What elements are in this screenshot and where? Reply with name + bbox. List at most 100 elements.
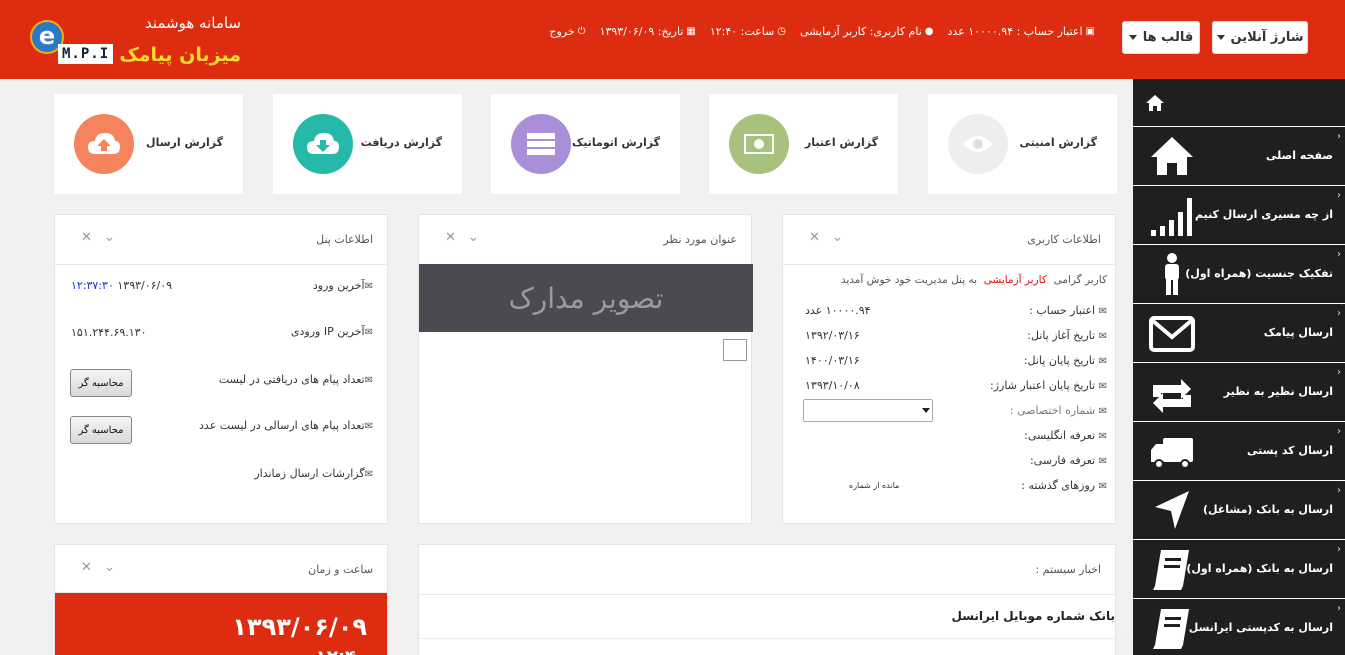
chevron-down-icon[interactable]: ⌄ xyxy=(104,560,115,575)
cloud-download-icon xyxy=(293,114,353,174)
greeting-name: کاربر آزمایشی xyxy=(983,274,1047,286)
chevron-down-icon[interactable]: ⌄ xyxy=(468,230,479,245)
sidebar-item-label: ارسال پیامک xyxy=(1263,326,1333,339)
chevron-down-icon[interactable]: ⌄ xyxy=(832,230,843,245)
eye-icon xyxy=(948,114,1008,174)
greeting-prefix: کاربر گرامی xyxy=(1053,274,1107,286)
sidebar-item-bank-jobs[interactable]: ‹ ارسال به بانک (مشاغل) xyxy=(1133,480,1345,539)
tile-send-report[interactable]: گزارش ارسال xyxy=(54,94,243,194)
sidebar-item-route[interactable]: ‹ از چه مسیری ارسال کنیم xyxy=(1133,185,1345,244)
close-icon[interactable]: ✕ xyxy=(81,560,92,575)
tile-automatic-report[interactable]: گزارش اتوماتیک xyxy=(491,94,680,194)
logo-subtitle: سامانه هوشمند xyxy=(144,14,241,32)
tile-credit-report[interactable]: گزارش اعتبار xyxy=(709,94,898,194)
row-value: ۱۴۰۰/۰۳/۱۶ xyxy=(805,354,860,367)
last-login-date: ۱۳۹۳/۰۶/۰۹ xyxy=(117,279,173,292)
envelope-icon: ✉ xyxy=(1098,381,1107,392)
envelope-icon: ✉ xyxy=(1098,306,1107,317)
row-panel-end: ✉ تاریخ پایان پانل: xyxy=(1024,354,1107,367)
logout-text: خروج xyxy=(549,24,575,38)
close-icon[interactable]: ✕ xyxy=(81,230,92,245)
clock-display: ۱۳۹۳/۰۶/۰۹ ۱۲:۴۰ xyxy=(55,593,387,655)
sidebar-item-postal-irancell[interactable]: ‹ ارسال به کدپستی ایرانسل xyxy=(1133,598,1345,655)
sidebar-item-bank-mci[interactable]: ‹ ارسال به بانک (همراه اول) xyxy=(1133,539,1345,598)
envelope-icon: ✉ xyxy=(1098,406,1107,417)
row-label: تعرفه انگلیسی: xyxy=(1024,429,1096,442)
calendar-icon: ▦ xyxy=(686,25,696,37)
sidebar-item-home[interactable]: ‹ صفحه اصلی xyxy=(1133,126,1345,185)
location-arrow-icon xyxy=(1155,491,1189,529)
panel-controls: ✕ ⌄ xyxy=(809,230,843,245)
envelope-icon: ✉ xyxy=(364,327,373,338)
charge-online-button[interactable]: شارژ آنلاین xyxy=(1212,21,1308,54)
row-label: تاریخ پایان پانل: xyxy=(1023,354,1096,367)
row-label: تعداد پیام های ارسالی در لیست عدد xyxy=(199,419,365,432)
sidebar-item-send-sms[interactable]: ‹ ارسال پیامک xyxy=(1133,303,1345,362)
panel-title: اطلاعات کاربری xyxy=(1027,233,1101,246)
envelope-icon: ✉ xyxy=(364,421,373,432)
logo[interactable]: e M.P.I سامانه هوشمند میزبان پیامک xyxy=(28,14,243,74)
row-label: روزهای گذشته : xyxy=(1021,479,1096,492)
home-icon xyxy=(1151,137,1193,175)
row-days-passed: ✉ روزهای گذشته : xyxy=(1021,479,1107,492)
documents-panel: عنوان مورد نظر ✕ ⌄ تصویر مدارک xyxy=(418,214,753,524)
row-english-tariff: ✉ تعرفه انگلیسی: xyxy=(1024,429,1107,442)
documents-banner: تصویر مدارک xyxy=(419,264,753,332)
dedicated-number-select[interactable] xyxy=(803,399,933,422)
chevron-icon: ‹ xyxy=(1337,485,1341,496)
row-label: گزارشات ارسال زماندار xyxy=(254,467,365,480)
sidebar-item-postal[interactable]: ‹ ارسال کد پستی xyxy=(1133,421,1345,480)
chevron-icon: ‹ xyxy=(1337,367,1341,378)
panel-controls: ✕ ⌄ xyxy=(81,560,115,575)
tile-receive-report[interactable]: گزارش دریافت xyxy=(273,94,462,194)
news-item[interactable]: بانک شماره موبایل ایرانسل xyxy=(419,595,1129,639)
envelope-icon: ✉ xyxy=(1098,431,1107,442)
last-login-value: ۱۳۹۳/۰۶/۰۹ ۱۲:۳۷:۳۰ xyxy=(71,279,172,292)
close-icon[interactable]: ✕ xyxy=(809,230,820,245)
sidebar: ‹ صفحه اصلی ‹ از چه مسیری ارسال کنیم ‹ ت… xyxy=(1133,79,1345,655)
money-icon xyxy=(729,114,789,174)
tile-label: گزارش امنیتی xyxy=(1019,136,1097,149)
tile-label: گزارش ارسال xyxy=(146,136,223,149)
chevron-down-icon[interactable]: ⌄ xyxy=(104,230,115,245)
server-icon xyxy=(511,114,571,174)
clock-time-text: ساعت: ۱۲:۴۰ xyxy=(709,24,775,38)
sidebar-home-link[interactable] xyxy=(1133,79,1345,126)
last-ip-value: ۱۵۱.۲۴۴.۶۹.۱۳۰ xyxy=(71,326,147,339)
templates-button[interactable]: قالب ها xyxy=(1122,21,1200,54)
username: ● نام کاربری: کاربر آزمایشی xyxy=(800,22,933,40)
logout-link[interactable]: ⏻ خروج xyxy=(549,22,585,40)
row-scheduled-reports[interactable]: ✉گزارشات ارسال زماندار xyxy=(254,467,373,480)
envelope-icon: ✉ xyxy=(1098,481,1107,492)
broken-image-icon xyxy=(723,339,747,361)
greeting-suffix: به پنل مدیریت خود خوش آمدید xyxy=(840,274,978,286)
envelope-icon: ✉ xyxy=(1098,331,1107,342)
row-label: شماره اختصاصی : xyxy=(1009,404,1096,417)
chevron-down-icon xyxy=(1128,35,1137,40)
calculate-sent-button[interactable]: محاسبه گر xyxy=(70,416,132,444)
tile-security-report[interactable]: گزارش امنیتی xyxy=(928,94,1117,194)
logo-mark: M.P.I xyxy=(58,44,114,64)
calculate-received-button[interactable]: محاسبه گر xyxy=(70,369,132,397)
sidebar-item-label: ارسال به بانک (همراه اول) xyxy=(1186,562,1333,575)
panel-header: اطلاعات پنل ✕ ⌄ xyxy=(55,215,387,265)
sidebar-item-peer[interactable]: ‹ ارسال نظیر به نظیر xyxy=(1133,362,1345,421)
close-icon[interactable]: ✕ xyxy=(445,230,456,245)
row-label: تاریخ پایان اعتبار شارژ: xyxy=(990,379,1096,392)
money-icon: ▣ xyxy=(1085,25,1095,37)
book-icon xyxy=(1153,609,1189,649)
tile-label: گزارش دریافت xyxy=(360,136,442,149)
account-credit: ▣ اعتبار حساب : ۱۰۰۰۰.۹۴ عدد xyxy=(948,22,1095,40)
retweet-icon xyxy=(1153,379,1191,413)
panel-title: ساعت و زمان xyxy=(308,563,373,576)
row-last-login: ✉آخرین ورود xyxy=(313,279,373,292)
tile-label: گزارش اتوماتیک xyxy=(572,136,660,149)
clock-time: ◷ ساعت: ۱۲:۴۰ xyxy=(710,22,786,40)
row-label: تعداد پیام های دریافتی در لیست xyxy=(218,373,365,386)
envelope-icon: ✉ xyxy=(1098,356,1107,367)
envelope-icon: ✉ xyxy=(364,469,373,480)
row-panel-start: ✉ تاریخ آغاز پانل: xyxy=(1027,329,1107,342)
sidebar-item-gender[interactable]: ‹ تفکیک جنسیت (همراه اول) xyxy=(1133,244,1345,303)
sidebar-item-label: ارسال نظیر به نظیر xyxy=(1223,385,1333,398)
logo-title: میزبان پیامک xyxy=(119,44,241,66)
